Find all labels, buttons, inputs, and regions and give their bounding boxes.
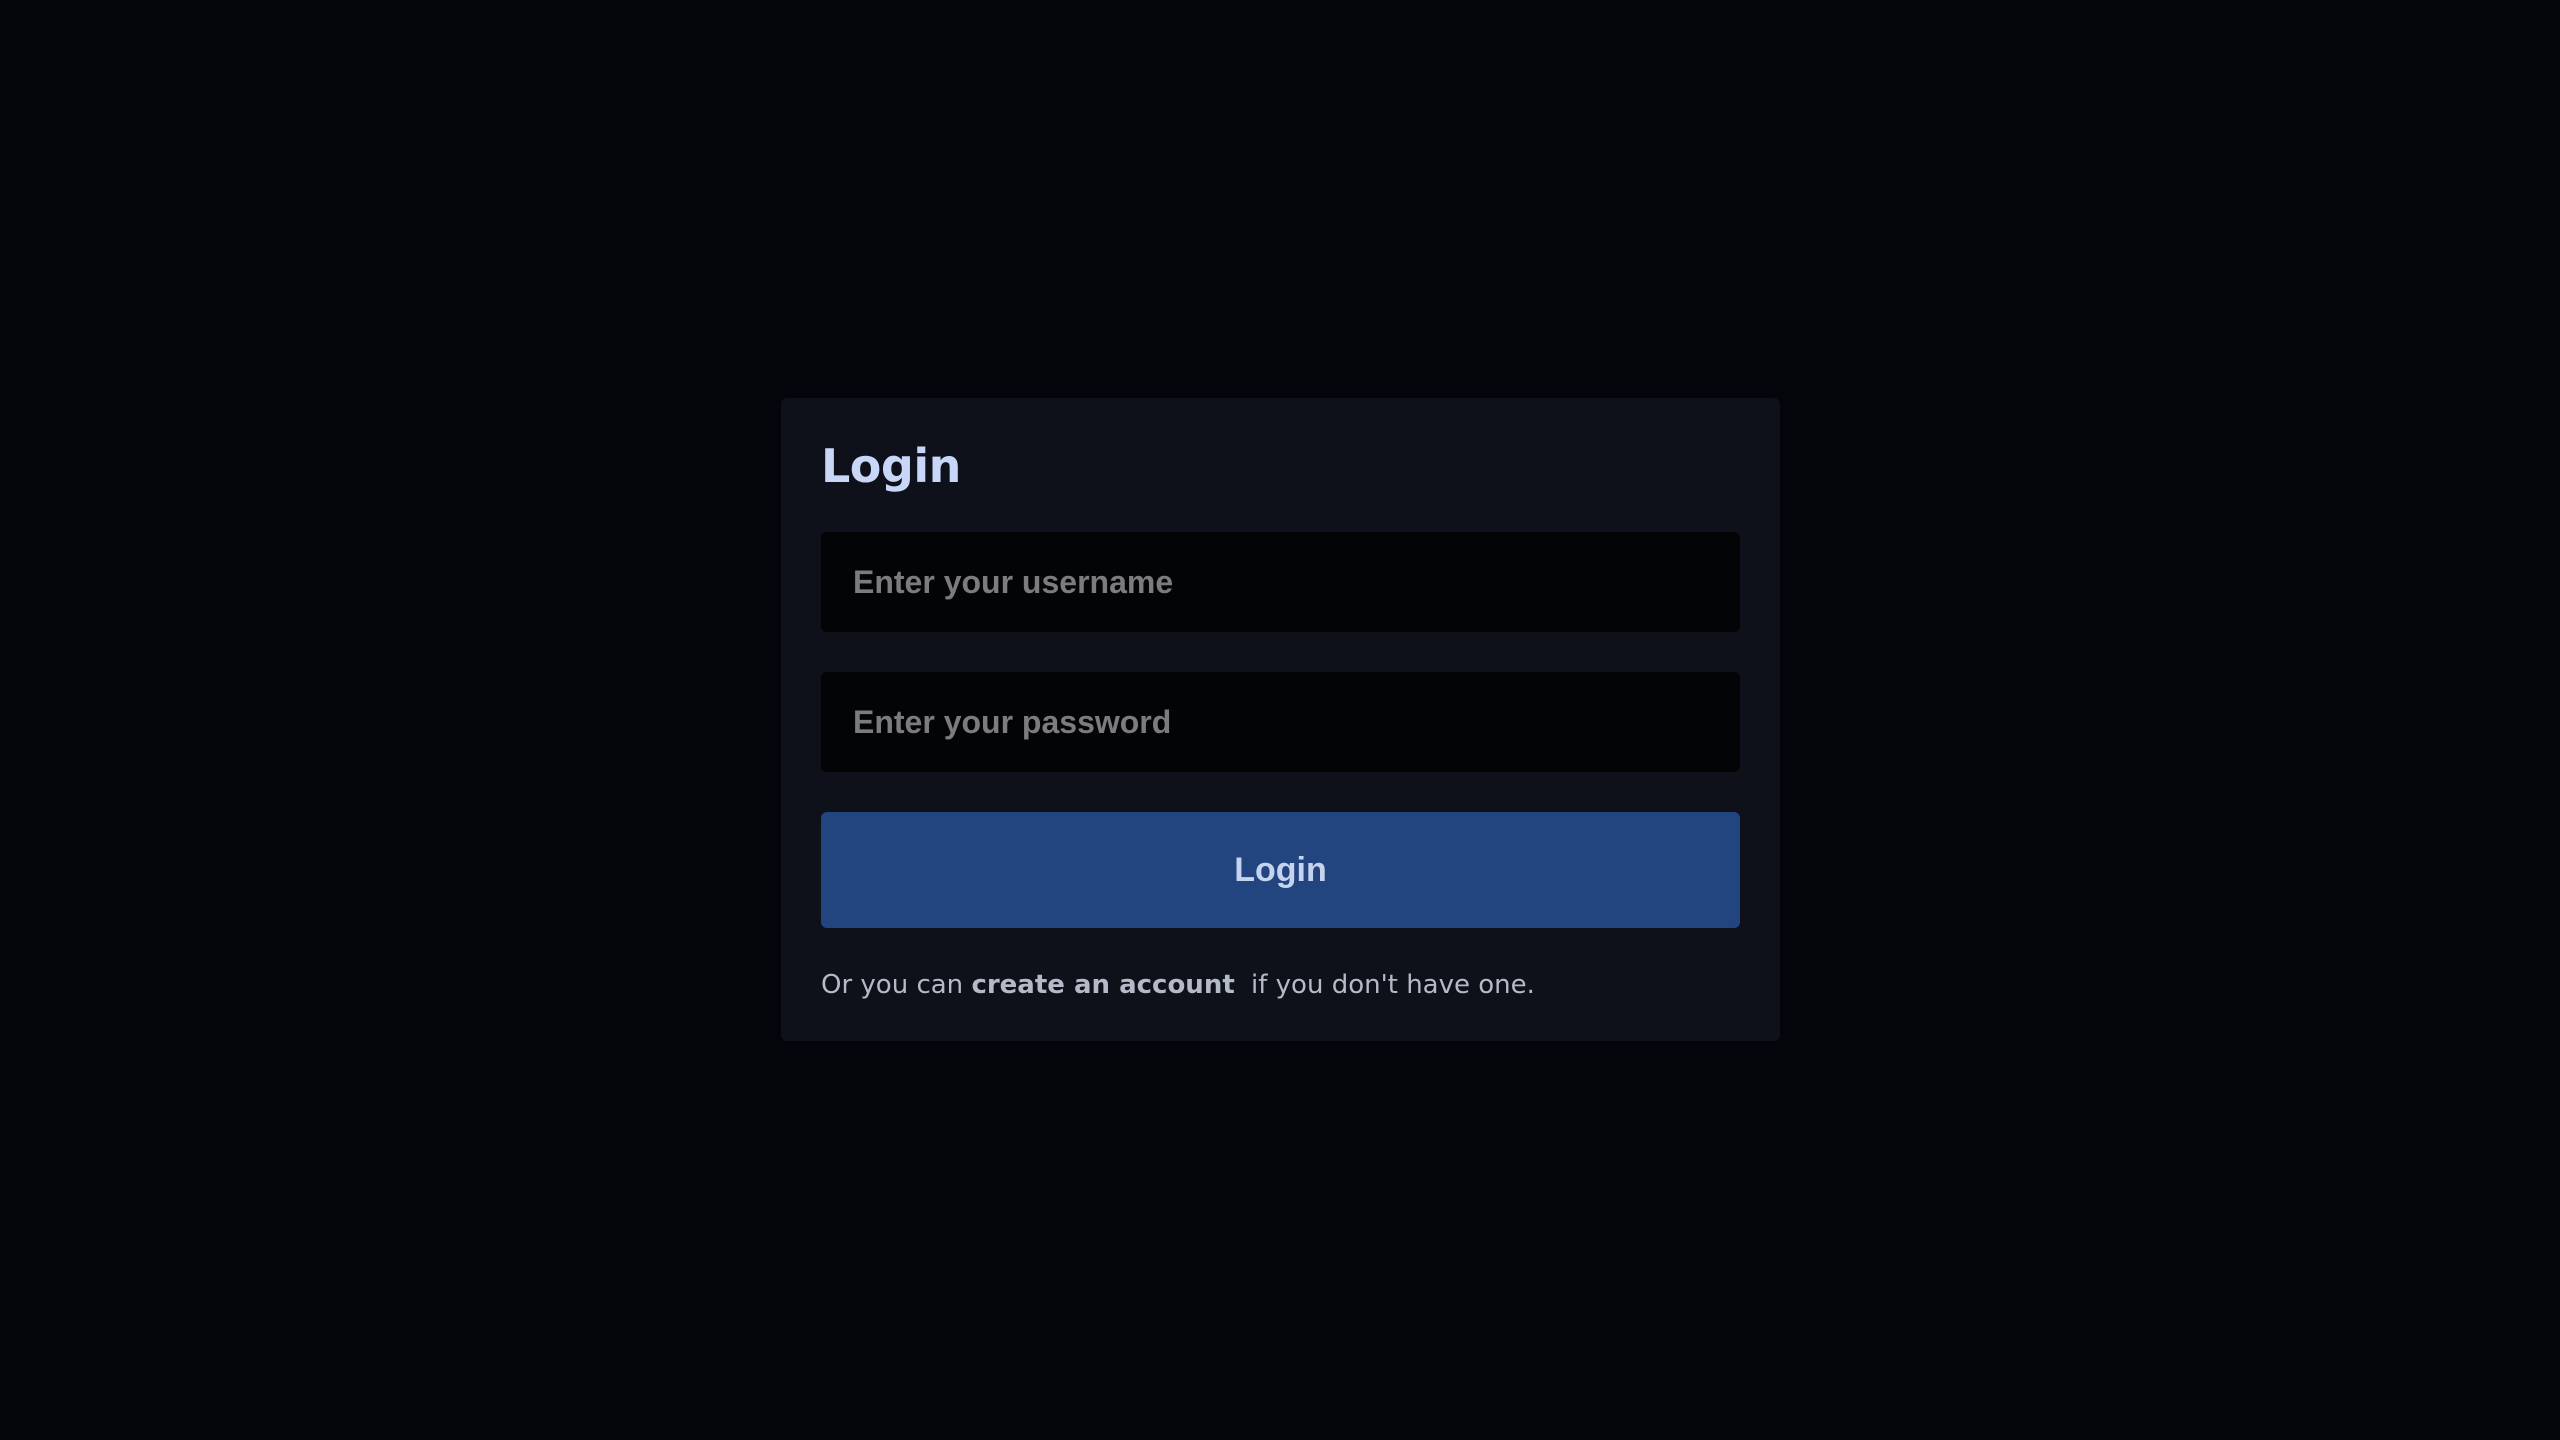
- username-input[interactable]: [821, 532, 1740, 632]
- create-account-link[interactable]: create an account: [971, 970, 1234, 1000]
- password-input[interactable]: [821, 672, 1740, 772]
- login-card: Login Login Or you can create an account…: [781, 398, 1780, 1041]
- signup-prompt-suffix: if you don't have one.: [1242, 970, 1535, 1000]
- login-button[interactable]: Login: [821, 812, 1740, 928]
- page-title: Login: [821, 439, 961, 493]
- signup-prompt: Or you can create an account if you don'…: [821, 970, 1740, 1000]
- signup-prompt-prefix: Or you can: [821, 970, 972, 1000]
